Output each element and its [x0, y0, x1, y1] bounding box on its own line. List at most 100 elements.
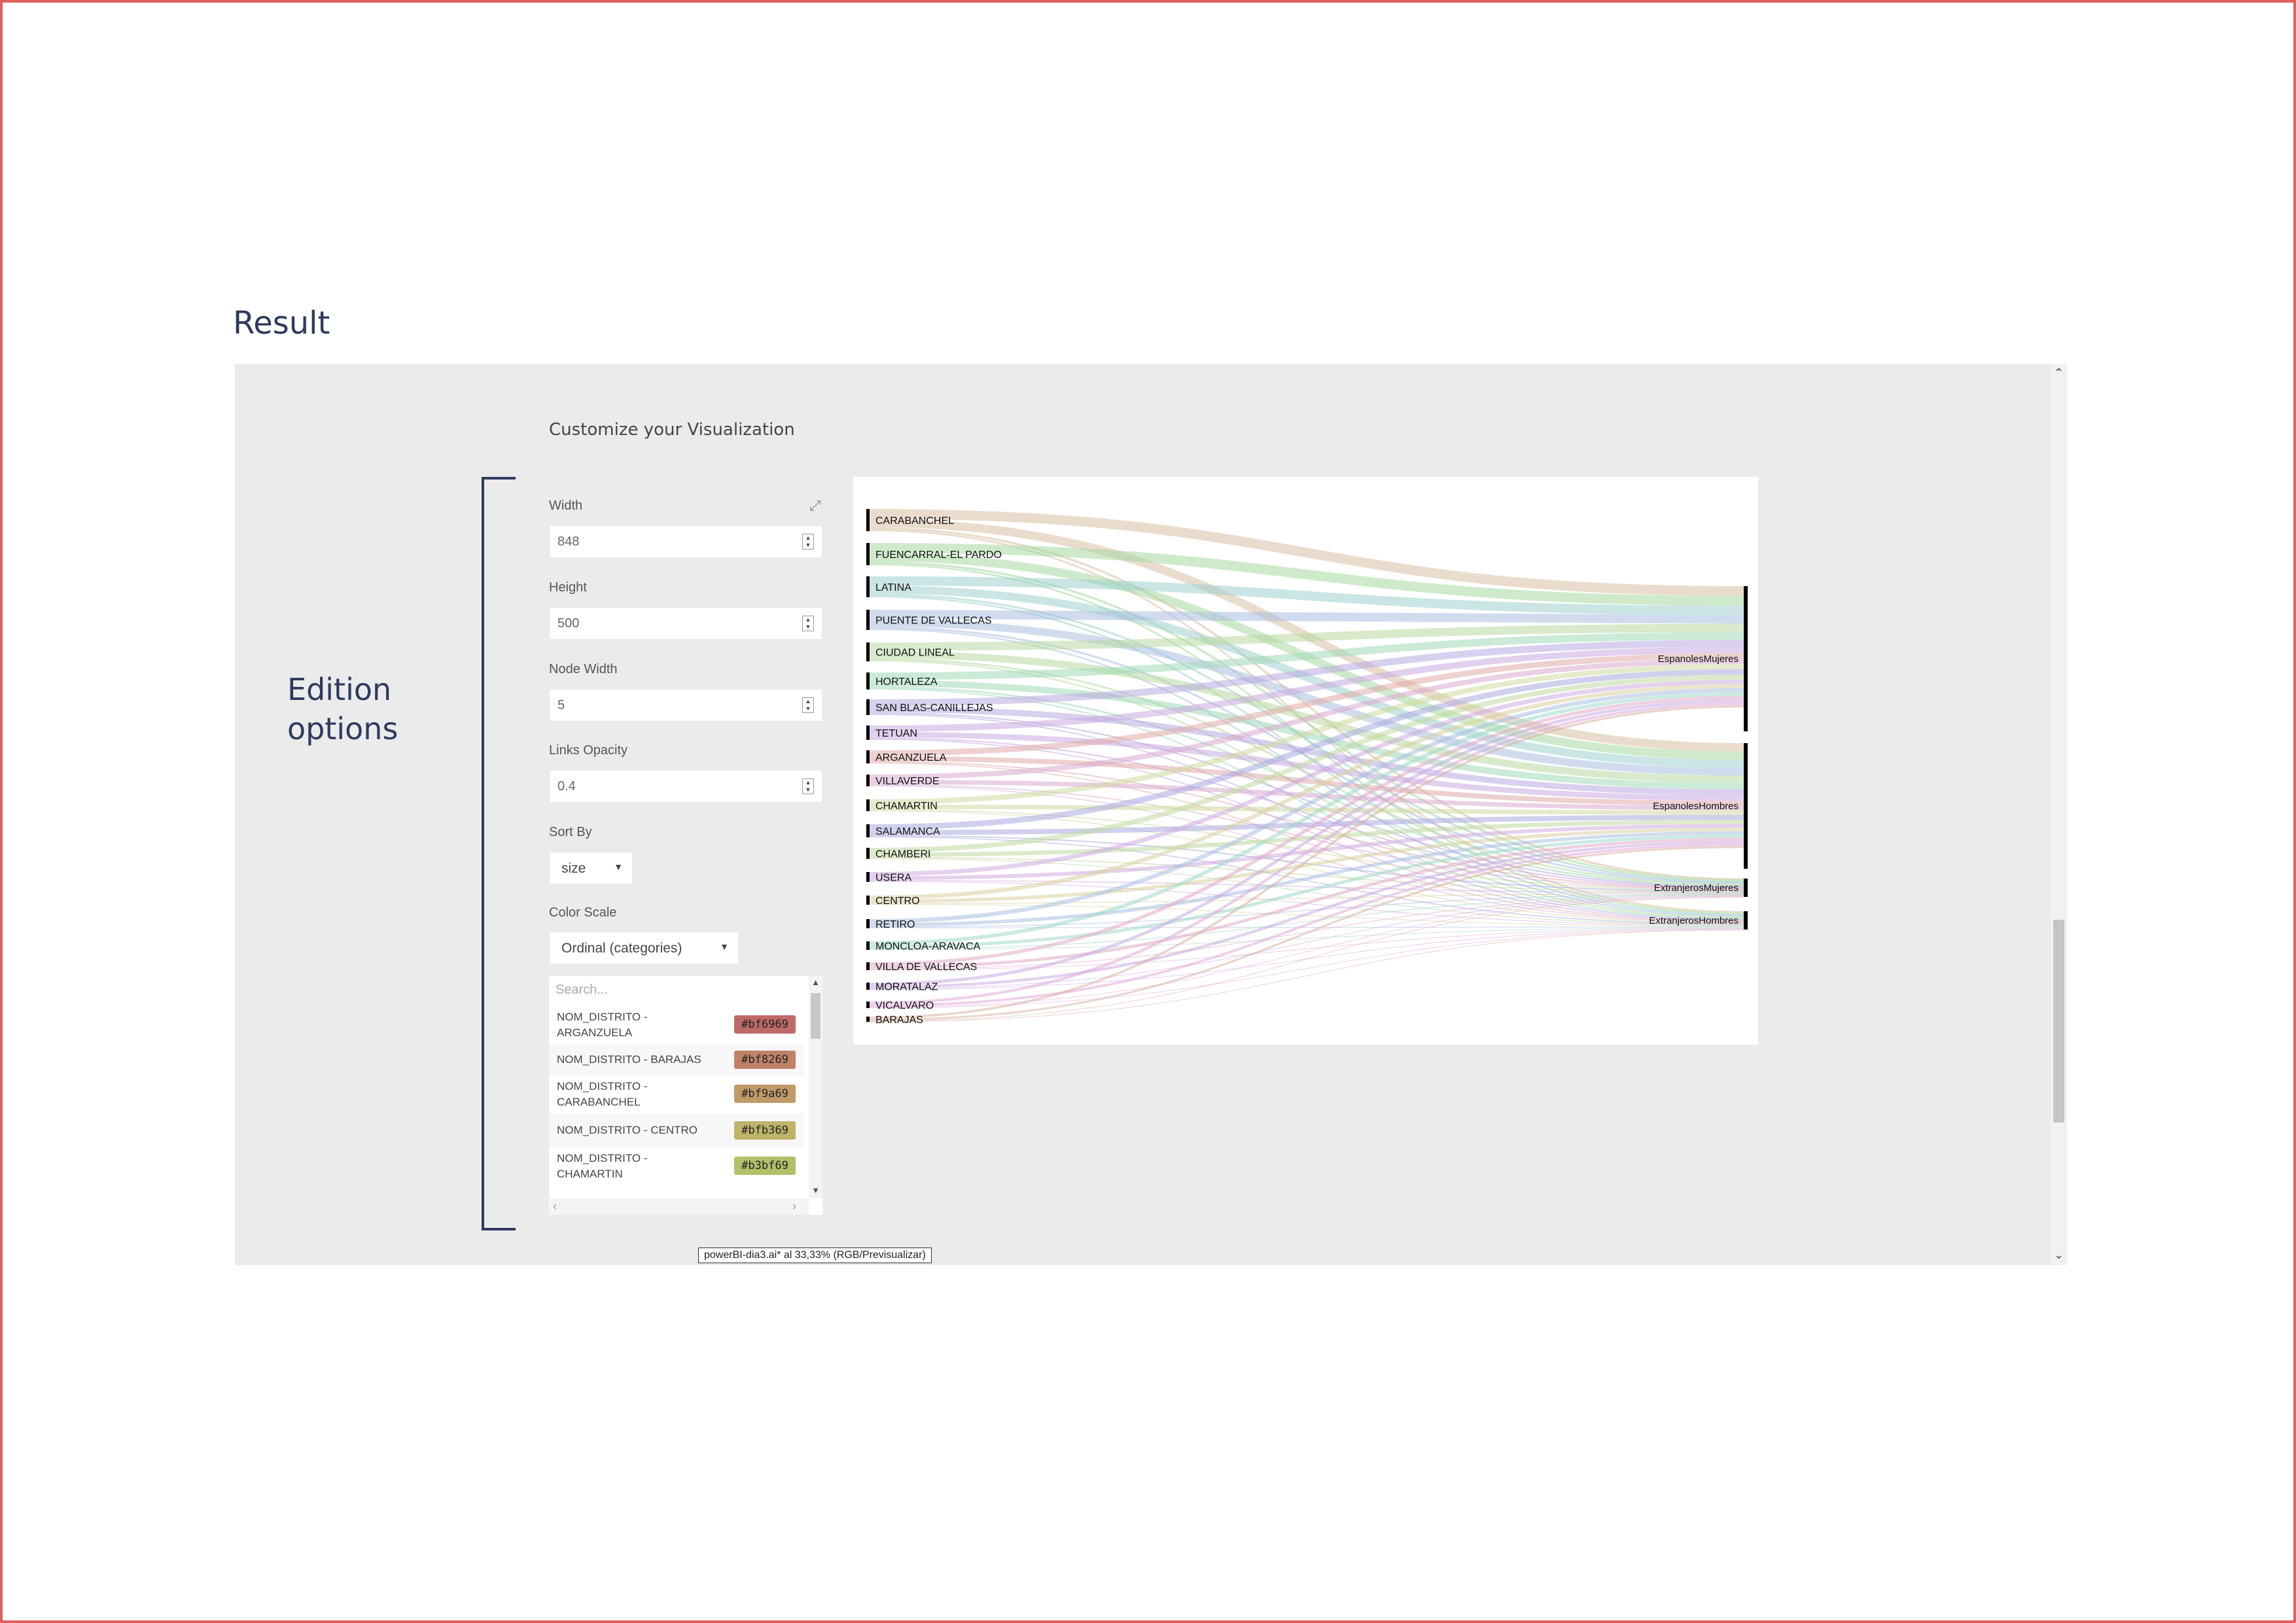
color-scale-label: Color Scale — [549, 905, 617, 920]
links-opacity-input[interactable]: 0.4 ▲ ▼ — [549, 770, 822, 803]
target-label: ExtranjerosMujeres — [1654, 882, 1739, 894]
source-node — [866, 872, 870, 882]
target-node — [1744, 586, 1748, 731]
stepper-icon[interactable]: ▲ ▼ — [802, 778, 814, 794]
target-node — [1744, 743, 1748, 869]
scrollbar-thumb[interactable] — [2053, 920, 2064, 1123]
source-node — [866, 824, 870, 837]
color-swatch[interactable]: #b3bf69 — [734, 1157, 796, 1175]
color-search-input[interactable]: Search... — [556, 983, 608, 998]
width-input[interactable]: 848 ▲ ▼ — [549, 525, 822, 558]
source-node — [866, 509, 870, 531]
scroll-right-icon[interactable]: › — [792, 1200, 796, 1213]
color-swatch[interactable]: #bf8269 — [734, 1051, 796, 1069]
scroll-up-icon[interactable]: ▲ — [809, 977, 822, 987]
source-label: CHAMBERI — [875, 849, 930, 860]
source-node — [866, 775, 870, 786]
sankey-chart: CARABANCHEL FUENCARRAL-EL PARDO LATINA PUEN… — [866, 509, 1748, 1026]
links-opacity-value: 0.4 — [557, 779, 576, 794]
source-node — [866, 672, 870, 689]
source-label: PUENTE DE VALLECAS — [875, 616, 992, 627]
source-label: CHAMARTIN — [875, 801, 938, 812]
source-node — [866, 576, 870, 597]
color-item-name: NOM_DISTRITO - CARABANCHEL — [557, 1079, 707, 1110]
color-list-item[interactable]: NOM_DISTRITO - ARGANZUELA #bf6969 — [549, 1006, 804, 1044]
color-list-scrollbar[interactable]: ▲ ▼ — [809, 976, 822, 1198]
color-item-name: NOM_DISTRITO - ARGANZUELA — [557, 1009, 707, 1041]
target-label: ExtranjerosHombres — [1649, 915, 1739, 926]
edition-label-line-2: options — [287, 711, 398, 746]
source-label: CENTRO — [875, 896, 920, 907]
color-item-name: NOM_DISTRITO - CHAMARTIN — [557, 1151, 707, 1182]
scroll-left-icon[interactable]: ‹ — [553, 1200, 557, 1213]
color-scale-value: Ordinal (categories) — [561, 941, 682, 956]
source-label: TETUAN — [875, 728, 917, 739]
source-node — [866, 1002, 870, 1008]
source-node — [866, 610, 870, 630]
source-label: VILLA DE VALLECAS — [875, 962, 977, 973]
stepper-icon[interactable]: ▲ ▼ — [802, 616, 814, 631]
color-swatch[interactable]: #bf9a69 — [734, 1085, 796, 1103]
source-label: SALAMANCA — [875, 826, 940, 837]
source-label: CIUDAD LINEAL — [875, 648, 955, 659]
width-label: Width — [549, 498, 583, 513]
color-list-item[interactable]: NOM_DISTRITO - CHAMARTIN #b3bf69 — [549, 1147, 804, 1185]
sankey-link — [869, 610, 1744, 624]
source-label: VICALVARO — [875, 1000, 934, 1011]
target-node — [1744, 911, 1748, 930]
scroll-down-icon[interactable]: ⌄ — [2051, 1248, 2067, 1262]
source-node — [866, 699, 870, 715]
height-input[interactable]: 500 ▲ ▼ — [549, 607, 822, 640]
source-node — [866, 896, 870, 905]
color-list-item[interactable]: NOM_DISTRITO - CENTRO #bfb369 — [549, 1113, 804, 1147]
status-tooltip: powerBI-dia3.ai* al 33,33% (RGB/Previsua… — [698, 1248, 932, 1263]
stepper-icon[interactable]: ▲ ▼ — [802, 534, 814, 550]
customize-heading: Customize your Visualization — [549, 420, 795, 440]
source-label: SAN BLAS-CANILLEJAS — [875, 703, 993, 714]
sankey-chart-container: CARABANCHEL FUENCARRAL-EL PARDO LATINA PUEN… — [853, 477, 1758, 1045]
color-list-item[interactable]: NOM_DISTRITO - CARABANCHEL #bf9a69 — [549, 1075, 804, 1113]
node-width-input[interactable]: 5 ▲ ▼ — [549, 689, 822, 722]
sort-by-select[interactable]: size ▼ — [549, 852, 633, 884]
source-label: MONCLOA-ARAVACA — [875, 941, 981, 952]
source-label: RETIRO — [875, 919, 915, 930]
height-label: Height — [549, 580, 587, 595]
source-node — [866, 1017, 870, 1022]
scroll-up-icon[interactable]: ⌃ — [2051, 366, 2067, 380]
color-item-name: NOM_DISTRITO - CENTRO — [557, 1124, 698, 1136]
color-item-name-line-2: CHAMARTIN — [557, 1168, 623, 1180]
source-label: MORATALAZ — [875, 982, 938, 993]
stepper-icon[interactable]: ▲ ▼ — [802, 697, 814, 713]
expand-icon[interactable]: ⤢ — [809, 497, 821, 514]
source-node — [866, 848, 870, 859]
source-node — [866, 983, 870, 990]
color-item-name: NOM_DISTRITO - BARAJAS — [557, 1053, 701, 1066]
width-value: 848 — [557, 534, 580, 549]
sort-by-value: size — [561, 861, 586, 876]
color-list-hscrollbar[interactable]: ‹ › — [549, 1198, 809, 1215]
source-label: FUENCARRAL-EL PARDO — [875, 550, 1002, 561]
links-opacity-label: Links Opacity — [549, 743, 628, 758]
target-node — [1744, 879, 1748, 897]
target-label: EspanolesMujeres — [1658, 654, 1739, 665]
result-heading: Result — [233, 305, 330, 341]
color-list: Search... NOM_DISTRITO - ARGANZUELA #bf6… — [549, 976, 822, 1215]
scrollbar-thumb[interactable] — [811, 993, 821, 1039]
edition-options-label: Edition options — [287, 670, 398, 748]
caret-down-icon: ▼ — [614, 862, 623, 872]
edition-label-line-1: Edition — [287, 672, 392, 707]
color-swatch[interactable]: #bf6969 — [734, 1015, 796, 1034]
color-swatch[interactable]: #bfb369 — [734, 1121, 796, 1140]
scroll-down-icon[interactable]: ▼ — [809, 1185, 822, 1195]
source-label: HORTALEZA — [875, 676, 938, 688]
source-node — [866, 725, 870, 740]
color-list-item[interactable]: NOM_DISTRITO - BARAJAS #bf8269 — [549, 1044, 804, 1075]
panel-scrollbar[interactable]: ⌃ ⌄ — [2051, 364, 2067, 1265]
sankey-link — [869, 926, 1744, 928]
caret-down-icon: ▼ — [720, 941, 729, 952]
edition-bracket — [482, 477, 516, 1230]
source-node — [866, 941, 870, 950]
source-label: VILLAVERDE — [875, 776, 940, 787]
color-item-name-line-1: NOM_DISTRITO - — [557, 1011, 648, 1023]
color-scale-select[interactable]: Ordinal (categories) ▼ — [549, 932, 739, 964]
